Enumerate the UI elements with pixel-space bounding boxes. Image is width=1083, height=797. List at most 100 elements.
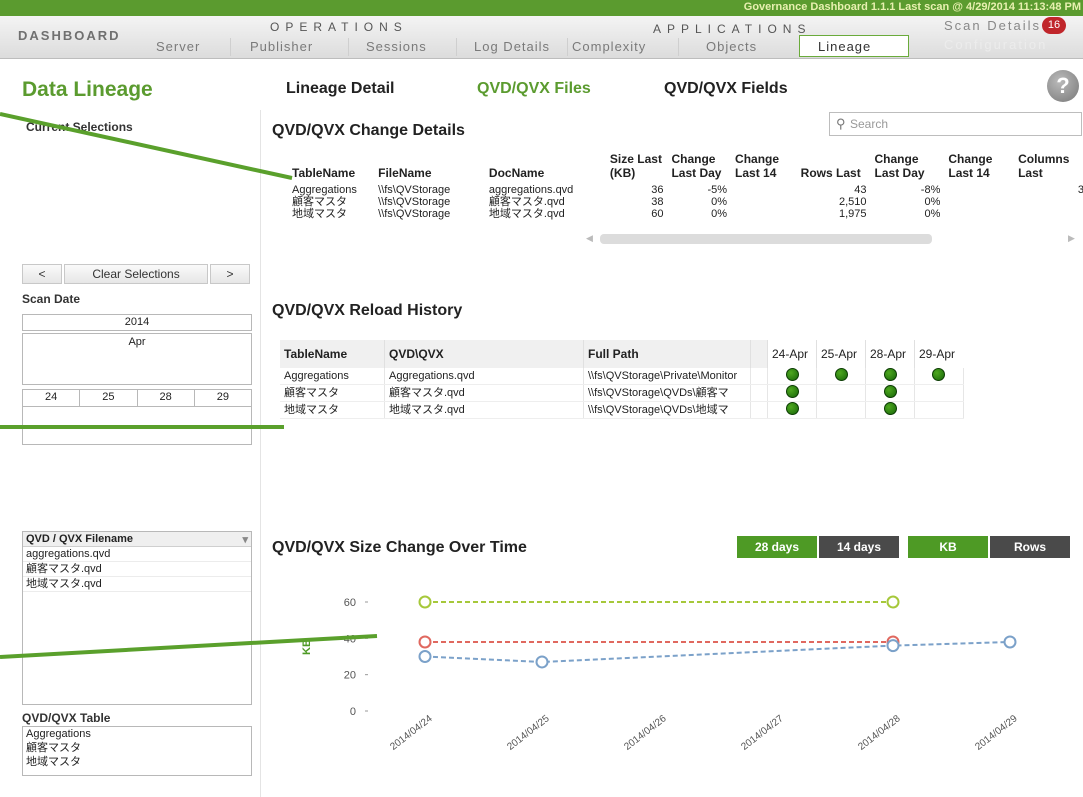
col-change-last-day[interactable]: Change Last Day (667, 152, 731, 180)
col-rows-last[interactable]: Rows Last (797, 152, 871, 180)
x-tick-label: 2014/04/25 (505, 713, 552, 753)
chevron-down-icon[interactable]: ▾ (242, 533, 248, 546)
data-point (535, 655, 549, 669)
col-columns-last[interactable]: Columns Last (1014, 152, 1083, 180)
operations-group: OPERATIONS (270, 20, 408, 34)
list-item[interactable]: aggregations.qvd (23, 547, 251, 562)
y-tick-label: 60 (344, 597, 356, 609)
reload-status-dot (883, 402, 897, 415)
col-29-apr[interactable]: 29-Apr (914, 340, 963, 368)
filename-listbox-header: QVD / QVX Filename ▾ (23, 532, 251, 547)
col-rows-change-last-14[interactable]: Change Last 14 (944, 152, 1014, 180)
reload-status-dot (883, 385, 897, 398)
toggle-kb[interactable]: KB (908, 536, 988, 558)
list-item[interactable]: 顧客マスタ.qvd (23, 562, 251, 577)
subnav-lineage-detail[interactable]: Lineage Detail (286, 80, 394, 98)
data-point (1003, 635, 1017, 649)
subnav-qvd-files[interactable]: QVD/QVX Files (477, 80, 591, 98)
data-point (418, 595, 432, 609)
tab-separator (567, 38, 568, 56)
col-tablename[interactable]: TableName (288, 152, 374, 180)
clear-selections-button[interactable]: Clear Selections (64, 264, 208, 284)
table-row[interactable]: 顧客マスタ 顧客マスタ.qvd \\fs\QVStorage\QVDs\顧客マ (280, 384, 964, 402)
month-selector[interactable]: Apr (22, 333, 252, 385)
day-25[interactable]: 25 (80, 390, 138, 406)
tab-sessions[interactable]: Sessions (366, 39, 427, 54)
reload-history-title: QVD/QVX Reload History (272, 302, 463, 319)
day-24[interactable]: 24 (23, 390, 81, 406)
col-filename[interactable]: FileName (374, 152, 485, 180)
scroll-left-icon[interactable]: ◀ (586, 233, 593, 244)
table-row[interactable]: 地域マスタ \\fs\QVStorage 地域マスタ.qvd 60 0% 1,975 0… (288, 208, 1083, 220)
col-full-path[interactable]: Full Path (583, 340, 751, 368)
x-tick-label: 2014/04/28 (856, 713, 903, 753)
col-24-apr[interactable]: 24-Apr (767, 340, 817, 368)
col-tablename[interactable]: TableName (280, 340, 385, 368)
tab-server[interactable]: Server (156, 39, 200, 54)
filename-listbox[interactable]: QVD / QVX Filename ▾ aggregations.qvd 顧客マ… (22, 531, 252, 705)
size-change-chart: 0 20 40 60 KB 2014/04/24 2014/04/25 2014/04/26 2… (301, 595, 1020, 753)
app-info: Governance Dashboard 1.1.1 Last scan @ 4… (743, 1, 1081, 13)
toggle-rows[interactable]: Rows (990, 536, 1070, 558)
col-size-last[interactable]: Size Last (KB) (606, 152, 668, 180)
scan-count-badge: 16 (1042, 17, 1066, 34)
year-selector[interactable]: 2014 (22, 314, 252, 331)
toggle-28-days[interactable]: 28 days (737, 536, 817, 558)
scroll-right-icon[interactable]: ▶ (1068, 233, 1075, 244)
list-item[interactable]: 顧客マスタ (23, 741, 251, 755)
toggle-14-days[interactable]: 14 days (819, 536, 899, 558)
tab-log-details[interactable]: Log Details (474, 39, 550, 54)
data-point (418, 635, 432, 649)
day-29[interactable]: 29 (195, 390, 251, 406)
configuration-link[interactable]: Configuration (944, 37, 1047, 52)
list-item[interactable]: 地域マスタ (23, 755, 251, 769)
col-change-last-14[interactable]: Change Last 14 (731, 152, 797, 180)
y-axis-label: KB (301, 639, 313, 655)
help-icon[interactable]: ? (1047, 70, 1079, 102)
tab-separator (230, 38, 231, 56)
table-row[interactable]: 地域マスタ 地域マスタ.qvd \\fs\QVStorage\QVDs\地域マ (280, 401, 964, 419)
reload-status-dot (834, 368, 848, 381)
col-spacer (750, 340, 768, 368)
table-row[interactable]: Aggregations \\fs\QVStorage aggregations.q… (288, 184, 1083, 196)
tab-separator (348, 38, 349, 56)
search-input[interactable]: ⚲ Search (829, 112, 1082, 136)
subnav-qvd-fields[interactable]: QVD/QVX Fields (664, 80, 788, 98)
scan-details-link[interactable]: Scan Details (944, 18, 1041, 33)
prev-button[interactable]: < (22, 264, 62, 284)
search-placeholder: Search (850, 117, 889, 131)
tab-lineage[interactable]: Lineage (818, 39, 871, 54)
x-tick-label: 2014/04/29 (973, 713, 1020, 753)
change-details-table-wrap: TableName FileName DocName Size Last (KB… (288, 152, 1083, 220)
col-rows-change-last-day[interactable]: Change Last Day (871, 152, 945, 180)
tab-objects[interactable]: Objects (706, 39, 757, 54)
data-point (418, 650, 432, 663)
col-docname[interactable]: DocName (485, 152, 606, 180)
col-25-apr[interactable]: 25-Apr (816, 340, 866, 368)
table-row[interactable]: Aggregations Aggregations.qvd \\fs\QVStora… (280, 368, 964, 385)
data-point (886, 595, 900, 609)
horizontal-scrollbar[interactable] (600, 234, 932, 244)
reload-status-dot (785, 385, 799, 398)
day-row-empty (23, 407, 251, 426)
col-qvd-qvx[interactable]: QVD\QVX (384, 340, 584, 368)
applications-group: APPLICATIONS (653, 22, 812, 36)
day-28[interactable]: 28 (138, 390, 195, 406)
reload-status-dot (932, 368, 946, 381)
reload-status-dot (883, 368, 897, 381)
tab-complexity[interactable]: Complexity (572, 39, 646, 54)
x-tick-label: 2014/04/26 (622, 713, 669, 753)
table-row[interactable]: 顧客マスタ \\fs\QVStorage 顧客マスタ.qvd 38 0% 2,510 0… (288, 196, 1083, 208)
list-item[interactable]: 地域マスタ.qvd (23, 577, 251, 592)
y-tick-label: 20 (344, 670, 356, 682)
page-title: Data Lineage (22, 78, 153, 101)
list-item[interactable]: Aggregations (23, 727, 251, 741)
col-28-apr[interactable]: 28-Apr (865, 340, 915, 368)
scan-date-label: Scan Date (22, 292, 81, 306)
dashboard-tab[interactable]: DASHBOARD (18, 28, 121, 43)
table-listbox[interactable]: Aggregations 顧客マスタ 地域マスタ (22, 726, 252, 776)
next-button[interactable]: > (210, 264, 250, 284)
series-line (424, 640, 1011, 663)
tab-publisher[interactable]: Publisher (250, 39, 313, 54)
size-change-title: QVD/QVX Size Change Over Time (272, 539, 527, 556)
